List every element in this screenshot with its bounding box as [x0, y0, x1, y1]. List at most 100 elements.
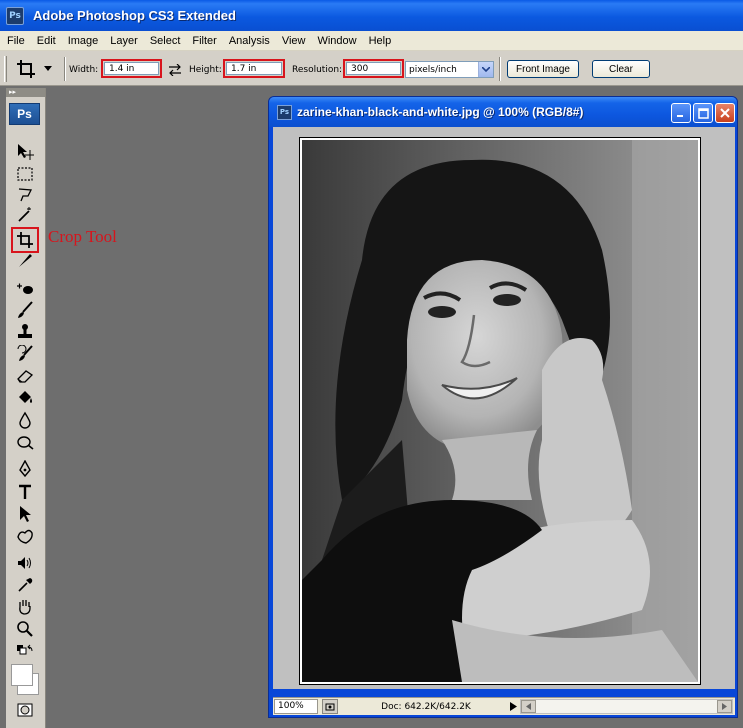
resolution-units-value: pixels/inch [409, 64, 457, 75]
chevron-left-icon [526, 703, 531, 710]
menu-image[interactable]: Image [63, 35, 104, 47]
width-input[interactable] [104, 62, 159, 75]
type-tool[interactable] [12, 482, 38, 502]
swap-icon[interactable] [168, 64, 182, 76]
brush-icon [18, 301, 33, 318]
status-info-button[interactable] [322, 699, 338, 714]
document-title: zarine-khan-black-and-white.jpg @ 100% (… [297, 105, 584, 119]
dodge-tool[interactable] [12, 432, 38, 452]
paint-bucket-tool[interactable] [12, 388, 38, 408]
options-separator [499, 57, 501, 81]
options-separator [64, 57, 66, 81]
options-bar: Width: Height: Resolution: pixels/inch F… [0, 51, 743, 86]
menu-file[interactable]: File [2, 35, 30, 47]
status-info-icon [325, 703, 335, 710]
foreground-color-swatch[interactable] [11, 664, 33, 686]
eraser-tool[interactable] [12, 366, 38, 386]
menu-layer[interactable]: Layer [105, 35, 143, 47]
crop-tool-annotation: Crop Tool [48, 227, 117, 246]
status-menu-button[interactable] [506, 699, 520, 714]
chevron-down-icon [44, 66, 52, 71]
magic-wand-tool[interactable] [12, 205, 38, 225]
quick-mask-toggle[interactable] [12, 700, 38, 720]
chevron-right-icon [722, 703, 727, 710]
toolbox: ▸▸ Ps [6, 88, 46, 728]
hand-tool[interactable] [12, 597, 38, 617]
blur-drop-icon [19, 411, 31, 429]
resolution-field-highlight [343, 59, 404, 78]
blur-tool[interactable] [12, 410, 38, 430]
scroll-left-button[interactable] [521, 700, 536, 713]
move-icon [18, 144, 34, 160]
tool-preset-picker[interactable] [16, 57, 60, 81]
zoom-level-field[interactable]: 100% [274, 699, 318, 714]
menu-filter[interactable]: Filter [187, 35, 221, 47]
move-tool[interactable] [12, 142, 38, 162]
quick-mask-icon [17, 703, 33, 717]
width-label: Width: [69, 65, 99, 75]
default-colors-control[interactable] [12, 643, 38, 663]
photoshop-document-icon: Ps [277, 104, 292, 120]
toolbox-collapse-bar[interactable]: ▸▸ [6, 88, 45, 97]
history-brush-icon [17, 345, 33, 361]
options-bar-grip[interactable] [4, 56, 7, 82]
close-button[interactable] [715, 103, 735, 123]
resolution-units-select[interactable]: pixels/inch [405, 61, 494, 78]
eyedropper-tool[interactable] [12, 575, 38, 595]
slice-tool[interactable] [12, 250, 38, 270]
resolution-input[interactable] [346, 62, 401, 75]
clear-button[interactable]: Clear [592, 60, 650, 78]
height-field-highlight [223, 59, 285, 78]
healing-brush-tool[interactable] [12, 278, 38, 298]
path-selection-tool[interactable] [12, 504, 38, 524]
play-arrow-icon [509, 702, 517, 711]
horizontal-scrollbar[interactable] [520, 699, 733, 714]
maximize-button[interactable] [693, 103, 713, 123]
zoom-tool[interactable] [12, 619, 38, 639]
document-size: Doc: 642.2K/642.2K [381, 701, 471, 712]
lasso-icon [18, 188, 33, 202]
crop-icon [17, 60, 35, 78]
notes-tool[interactable] [12, 553, 38, 573]
custom-shape-tool[interactable] [12, 526, 38, 546]
hand-icon [19, 600, 31, 615]
marquee-tool[interactable] [12, 164, 38, 184]
front-image-button[interactable]: Front Image [507, 60, 579, 78]
height-label: Height: [189, 65, 222, 75]
minimize-button[interactable] [671, 103, 691, 123]
lasso-tool[interactable] [12, 185, 38, 205]
paint-bucket-icon [19, 391, 32, 403]
app-title: Adobe Photoshop CS3 Extended [33, 8, 236, 23]
dodge-icon [17, 436, 34, 450]
image-canvas[interactable] [299, 137, 701, 685]
document-titlebar[interactable]: Ps zarine-khan-black-and-white.jpg @ 100… [269, 97, 737, 127]
zoom-icon [17, 621, 33, 637]
eraser-icon [17, 370, 34, 383]
document-canvas-area[interactable] [273, 127, 735, 689]
maximize-icon [697, 107, 709, 119]
app-titlebar: Ps Adobe Photoshop CS3 Extended [0, 0, 743, 31]
chevron-down-icon[interactable] [478, 62, 493, 77]
document-window: Ps zarine-khan-black-and-white.jpg @ 100… [268, 96, 738, 718]
pen-tool[interactable] [12, 459, 38, 479]
eyedropper-icon [18, 578, 33, 592]
scroll-right-button[interactable] [717, 700, 732, 713]
menu-select[interactable]: Select [145, 35, 186, 47]
custom-shape-icon [17, 529, 33, 544]
pen-icon [19, 460, 31, 478]
menu-view[interactable]: View [277, 35, 311, 47]
rectangular-marquee-icon [17, 167, 33, 181]
document-status-bar: 100% Doc: 642.2K/642.2K [273, 697, 735, 715]
menu-analysis[interactable]: Analysis [224, 35, 275, 47]
clone-stamp-tool[interactable] [12, 322, 38, 342]
menu-edit[interactable]: Edit [32, 35, 61, 47]
default-colors-swap-icon [17, 644, 33, 655]
menu-help[interactable]: Help [364, 35, 397, 47]
history-brush-tool[interactable] [12, 344, 38, 364]
photoshop-logo-button[interactable]: Ps [9, 103, 40, 125]
height-input[interactable] [226, 62, 282, 75]
menu-window[interactable]: Window [312, 35, 361, 47]
portrait-photo [302, 140, 698, 682]
crop-icon [17, 232, 33, 248]
brush-tool[interactable] [12, 300, 38, 320]
